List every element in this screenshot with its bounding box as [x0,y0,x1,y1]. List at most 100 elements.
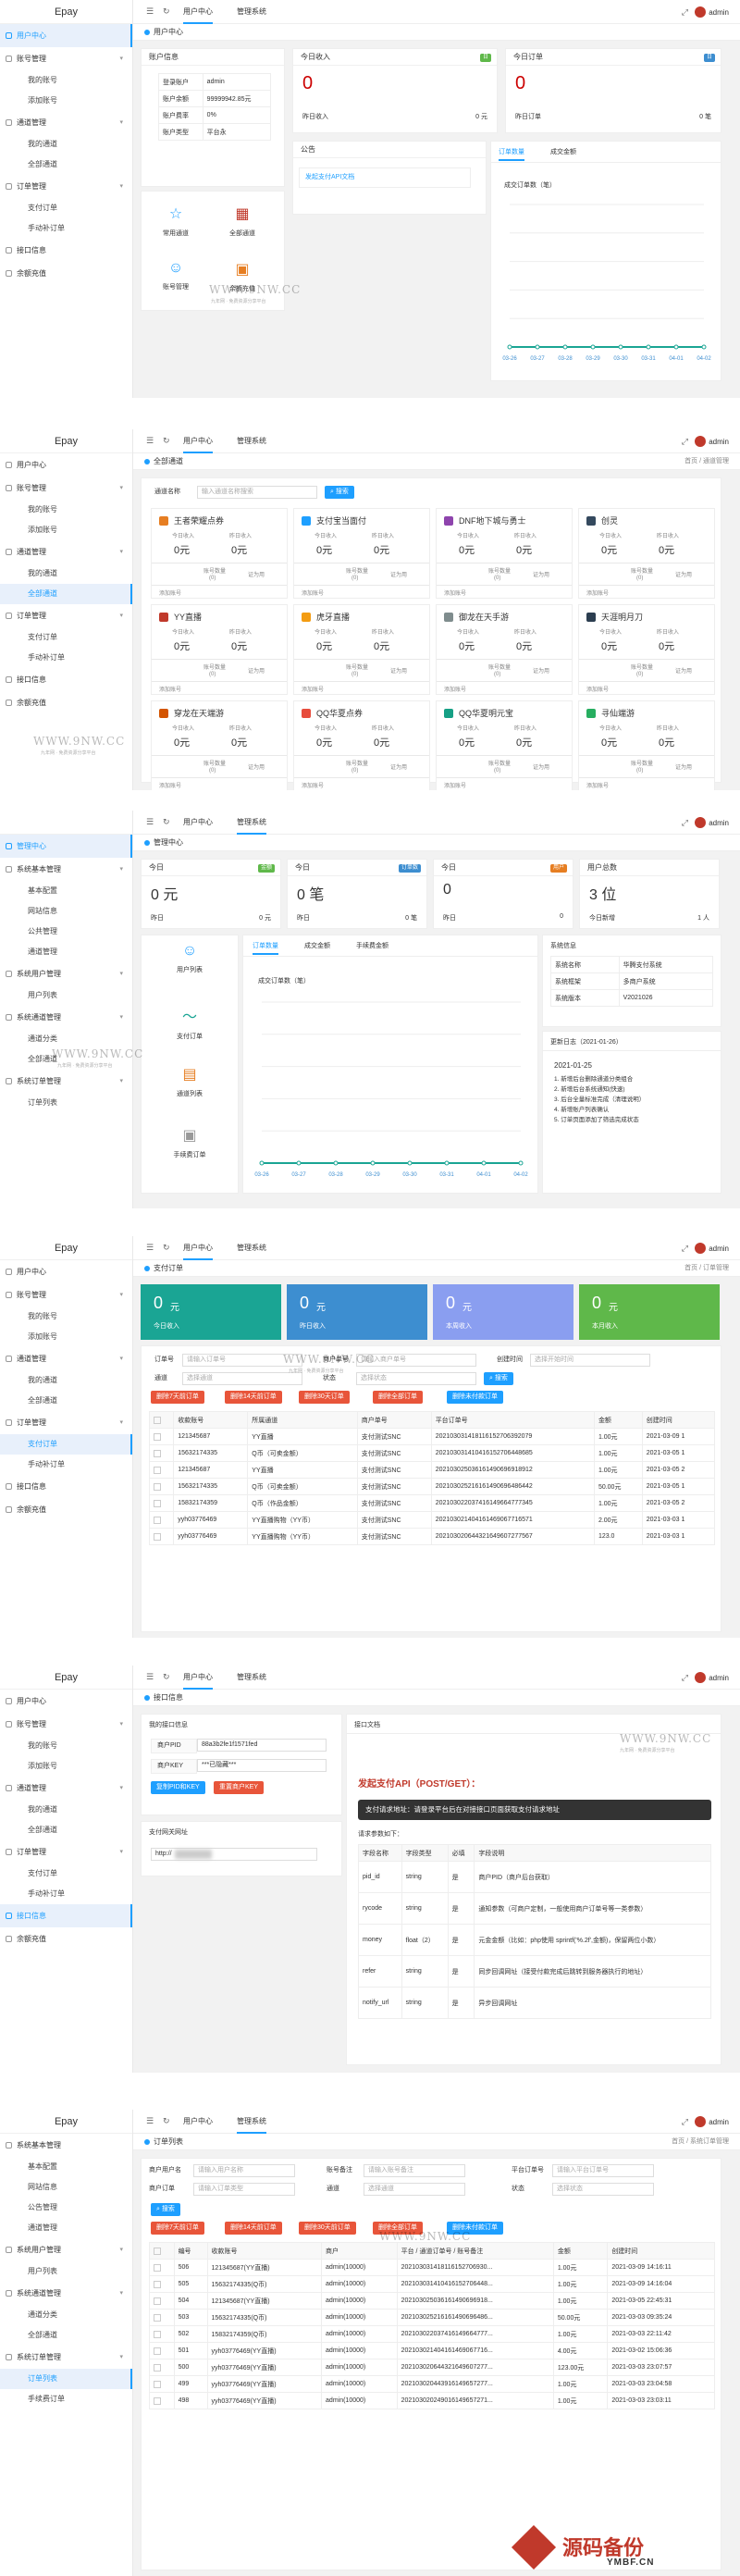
sidebar-item-4[interactable]: 接口信息 [0,668,132,691]
status-toggle[interactable]: 证为用 [390,570,407,578]
sidebar-subitem[interactable]: 全部通道 [0,155,132,175]
nav-admin-system[interactable]: 管理系统 [237,1236,266,1260]
row-checkbox[interactable] [154,1516,161,1524]
sidebar-subitem[interactable]: 手动补订单 [0,218,132,239]
delete-orders-button[interactable]: 删除7天前订单 [151,1391,204,1404]
sidebar-subitem[interactable]: 通道分类 [0,1029,132,1049]
add-account-link[interactable]: 添加账号 [444,685,466,693]
row-checkbox[interactable] [154,1432,161,1441]
row-checkbox[interactable] [154,2380,161,2388]
sidebar-subitem[interactable]: 全部通道 [0,1820,132,1840]
refresh-icon[interactable]: ↻ [163,1244,171,1252]
delete-orders-button[interactable]: 删除全部订单 [373,1391,423,1404]
delete-orders-button[interactable]: 删除未付款订单 [447,1391,503,1404]
channel-card[interactable]: 御龙在天手游 今日收入 昨日收入 0元 0元 账号数量 (0) 证为用 添加账号 [436,604,573,695]
nav-user-center[interactable]: 用户中心 [183,1666,213,1690]
nav-admin-system[interactable]: 管理系统 [237,2110,266,2134]
select-all-checkbox[interactable] [154,1416,161,1424]
sidebar-item-8[interactable]: 系统通道管理 ▾ [0,1006,132,1029]
menu-toggle-icon[interactable]: ☰ [146,818,154,826]
sidebar-item-3[interactable]: 订单管理 ▾ [0,1840,132,1864]
sidebar-subitem[interactable]: 用户列表 [0,2261,132,2282]
sidebar-subitem[interactable]: 手续费订单 [0,2389,132,2409]
status-toggle[interactable]: 证为用 [390,666,407,675]
sidebar-item-11[interactable]: 系统订单管理 ▾ [0,1070,132,1093]
status-toggle[interactable]: 证为用 [533,570,549,578]
menu-toggle-icon[interactable]: ☰ [146,437,154,445]
fullscreen-icon[interactable]: ⤢ [682,1244,688,1254]
sidebar-subitem[interactable]: 我的账号 [0,70,132,91]
sidebar-item-5[interactable]: 余额充值 [0,1927,132,1951]
tab-admin-center[interactable]: 管理中心 [144,835,183,851]
sidebar-item-0[interactable]: 管理中心 [0,835,132,858]
sidebar-item-0[interactable]: 系统基本管理 [0,2134,132,2157]
add-account-link[interactable]: 添加账号 [159,685,181,693]
sidebar-item-10[interactable]: 系统订单管理 ▾ [0,2346,132,2369]
sidebar-subitem[interactable]: 支付订单 [0,198,132,218]
sidebar-item-5[interactable]: 余额充值 [0,691,132,714]
nav-admin-system[interactable]: 管理系统 [237,0,266,24]
user-menu[interactable]: admin [695,436,729,447]
tab-api-info[interactable]: 接口信息 [144,1690,183,1706]
channel-card[interactable]: 虎牙直播 今日收入 昨日收入 0元 0元 账号数量 (0) 证为用 添加账号 [293,604,430,695]
user-input[interactable]: 请输入用户名称 [193,2164,295,2177]
add-account-link[interactable]: 添加账号 [444,588,466,597]
chart-tab-orders[interactable]: 订单数量 [253,941,278,955]
sidebar-subitem[interactable]: 通道管理 [0,2218,132,2238]
sidebar-subitem[interactable]: 全部通道 [0,584,132,604]
chart-tab-amount[interactable]: 成交金额 [550,147,576,156]
row-checkbox[interactable] [154,1466,161,1474]
row-checkbox[interactable] [154,1499,161,1507]
delete-orders-button[interactable]: 删除14天前订单 [225,2222,282,2235]
search-input[interactable]: 输入通道名称搜索 [197,486,317,499]
sidebar-subitem[interactable]: 添加账号 [0,1327,132,1347]
fullscreen-icon[interactable]: ⤢ [682,1673,688,1683]
quick-all-channels[interactable]: ▦ 全部通道 [221,204,264,238]
refresh-icon[interactable]: ↻ [163,1673,171,1681]
add-account-link[interactable]: 添加账号 [159,781,181,789]
search-button[interactable]: ⌕ 搜索 [484,1372,513,1385]
status-toggle[interactable]: 证为用 [248,570,265,578]
plat-input[interactable]: 请输入平台订单号 [552,2164,654,2177]
sidebar-item-7[interactable]: 系统通道管理 ▾ [0,2282,132,2305]
add-account-link[interactable]: 添加账号 [159,588,181,597]
sidebar-item-5[interactable]: 系统用户管理 ▾ [0,2238,132,2261]
row-checkbox[interactable] [154,2313,161,2322]
channel-card[interactable]: DNF地下城与勇士 今日收入 昨日收入 0元 0元 账号数量 (0) 证为用 添加账号 [436,508,573,599]
channel-card[interactable]: YY直播 今日收入 昨日收入 0元 0元 账号数量 (0) 证为用 添加账号 [151,604,288,695]
user-menu[interactable]: admin [695,1672,729,1683]
sidebar-item-0[interactable]: 用户中心 [0,1260,132,1283]
sidebar-subitem[interactable]: 我的账号 [0,1307,132,1327]
add-account-link[interactable]: 添加账号 [586,781,609,789]
nav-admin-system[interactable]: 管理系统 [237,811,266,835]
status-toggle[interactable]: 证为用 [675,570,692,578]
sidebar-item-0[interactable]: 用户中心 [0,1690,132,1713]
admin-quick-link[interactable]: 〜支付订单 [142,1004,238,1041]
sidebar-subitem[interactable]: 我的账号 [0,1736,132,1756]
status-toggle[interactable]: 证为用 [675,666,692,675]
sidebar-subitem[interactable]: 支付订单 [0,1434,132,1455]
row-checkbox[interactable] [154,2280,161,2288]
add-account-link[interactable]: 添加账号 [302,588,324,597]
sidebar-subitem[interactable]: 支付订单 [0,1864,132,1884]
acc-input[interactable]: 请输入账号备注 [364,2164,465,2177]
sidebar-subitem[interactable]: 我的通道 [0,134,132,155]
menu-toggle-icon[interactable]: ☰ [146,1244,154,1252]
menu-toggle-icon[interactable]: ☰ [146,2117,154,2125]
search-button[interactable]: ⌕ 搜索 [151,2203,180,2216]
status-toggle[interactable]: 证为用 [390,762,407,771]
sidebar-item-1[interactable]: 账号管理 ▾ [0,1283,132,1307]
sidebar-item-1[interactable]: 系统基本管理 ▾ [0,858,132,881]
nav-user-center[interactable]: 用户中心 [183,1236,213,1260]
menu-toggle-icon[interactable]: ☰ [146,7,154,16]
sidebar-subitem[interactable]: 添加账号 [0,1756,132,1777]
delete-orders-button[interactable]: 删除7天前订单 [151,2222,204,2235]
admin-quick-link[interactable]: ▣ 手续费订单 [142,1126,238,1159]
add-account-link[interactable]: 添加账号 [586,588,609,597]
sidebar-subitem[interactable]: 公共管理 [0,922,132,942]
delete-orders-button[interactable]: 删除30天前订单 [299,2222,356,2235]
tab-all-channels[interactable]: 全部通道 [144,453,183,470]
sidebar-subitem[interactable]: 我的通道 [0,564,132,584]
nav-user-center[interactable]: 用户中心 [183,2110,213,2134]
date-input[interactable]: 选择开始时间 [530,1354,650,1367]
